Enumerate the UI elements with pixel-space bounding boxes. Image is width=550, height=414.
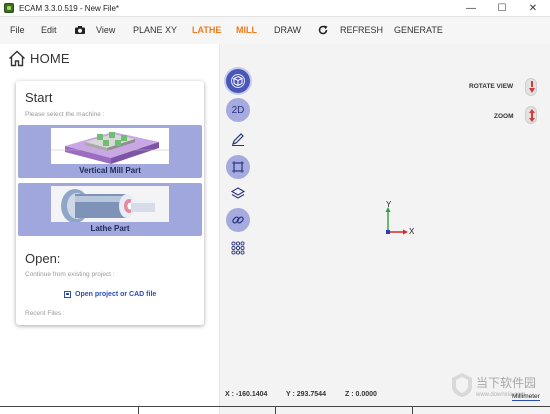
y-axis-label: Y (386, 200, 392, 209)
home-header[interactable]: HOME (8, 50, 70, 67)
camera-icon[interactable] (74, 24, 86, 36)
vertical-mill-tile[interactable]: Vertical Mill Part (18, 125, 202, 178)
layers-button[interactable] (226, 182, 250, 206)
frame-icon (232, 161, 244, 173)
menu-edit[interactable]: Edit (41, 25, 57, 35)
start-card: Start Please select the machine : Vertic… (16, 81, 204, 325)
lathe-label: Lathe Part (90, 224, 130, 233)
pen-icon (232, 133, 244, 146)
menu-mill[interactable]: MILL (236, 25, 257, 35)
minimize-button[interactable]: — (456, 0, 486, 17)
vertical-mill-image (51, 128, 169, 164)
mill-part-icon (51, 132, 169, 164)
lathe-part-icon (51, 186, 169, 222)
open-hint: Continue from existing project : (25, 271, 115, 278)
menu-draw[interactable]: DRAW (274, 25, 301, 35)
menu-bar: File Edit View PLANE XY LATHE MILL DRAW … (0, 17, 550, 44)
unit-label[interactable]: Millimeter (512, 393, 540, 401)
grid-tool-button[interactable] (226, 236, 250, 260)
close-button[interactable]: ✕ (518, 0, 548, 17)
ruler-tick (275, 406, 276, 414)
view-2d-button[interactable]: 2D (226, 98, 250, 122)
z-axis-origin (386, 230, 390, 234)
rotate-mouse-icon[interactable] (525, 78, 537, 96)
maximize-button[interactable]: ☐ (487, 0, 517, 17)
home-title: HOME (30, 51, 70, 66)
window-title: ECAM 3.3.0.519 - New File* (19, 3, 120, 13)
menu-plane-xy[interactable]: PLANE XY (133, 25, 177, 35)
axis-gizmo: Y X (385, 200, 415, 236)
link-tool-button[interactable] (226, 208, 250, 232)
open-project-link[interactable]: Open project or CAD file (64, 291, 156, 298)
rotate-view-label: ROTATE VIEW (469, 83, 514, 90)
x-axis-label: X (409, 227, 415, 236)
open-title: Open: (25, 251, 61, 266)
menu-file[interactable]: File (10, 25, 25, 35)
vertical-mill-label: Vertical Mill Part (79, 166, 141, 175)
menu-view[interactable]: View (96, 25, 115, 35)
open-project-label: Open project or CAD file (75, 291, 157, 298)
view-3d-button[interactable] (226, 69, 250, 93)
refresh-icon[interactable] (317, 24, 329, 36)
pen-tool-button[interactable] (226, 127, 250, 151)
view-cube-icon (231, 74, 245, 88)
title-bar: ECAM 3.3.0.519 - New File* — ☐ ✕ (0, 0, 550, 17)
coord-z: Z : 0.0000 (345, 391, 377, 398)
ruler-tick (412, 406, 413, 414)
x-axis-arrow (403, 229, 408, 235)
watermark-name: 当下软件园 (476, 376, 537, 390)
recent-files-label: Recent Files : (25, 310, 65, 317)
layers-icon (230, 187, 246, 199)
app-icon (4, 3, 14, 13)
folder-open-icon (64, 291, 71, 298)
coord-y: Y : 293.7544 (286, 391, 326, 398)
view-2d-label: 2D (231, 104, 245, 116)
start-hint: Please select the machine : (25, 111, 105, 118)
frame-tool-button[interactable] (226, 155, 250, 179)
lathe-tile[interactable]: Lathe Part (18, 183, 202, 236)
ruler-tick (138, 406, 139, 414)
menu-lathe[interactable]: LATHE (192, 25, 221, 35)
link-icon (232, 216, 244, 224)
grid-dots-icon (231, 241, 245, 255)
start-title: Start (25, 90, 53, 105)
coord-x: X : -160.1404 (225, 391, 268, 398)
home-icon (9, 50, 25, 67)
lathe-image (51, 186, 169, 222)
menu-generate[interactable]: GENERATE (394, 25, 443, 35)
zoom-label: ZOOM (494, 113, 514, 120)
watermark-logo (452, 373, 472, 397)
zoom-mouse-icon[interactable] (525, 106, 537, 124)
menu-refresh[interactable]: REFRESH (340, 25, 383, 35)
